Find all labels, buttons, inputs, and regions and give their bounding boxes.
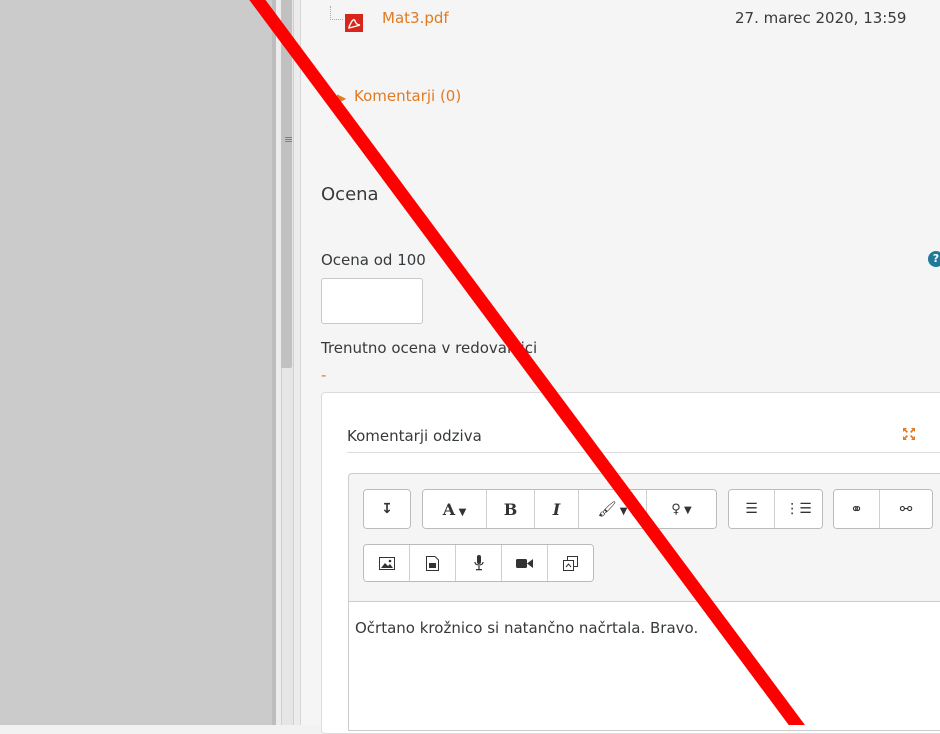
manage-files-icon: [563, 555, 578, 571]
bold-button[interactable]: B: [487, 490, 535, 528]
font-style-button[interactable]: A ▼: [423, 490, 487, 528]
current-grade-label: Trenutno ocena v redovalnici: [321, 339, 538, 357]
toggle-toolbar-button[interactable]: ↧: [364, 490, 410, 528]
image-button[interactable]: [364, 545, 410, 581]
manage-files-button[interactable]: [548, 545, 593, 581]
image-icon: [378, 556, 395, 570]
unordered-list-icon: ☰: [745, 501, 758, 517]
italic-icon: I: [552, 499, 561, 519]
text-color-button[interactable]: 🖌 ▼: [579, 490, 647, 528]
bold-icon: B: [503, 499, 518, 519]
file-tree-connector: [330, 6, 343, 20]
comments-toggle-link[interactable]: Komentarji (0): [354, 87, 461, 105]
record-video-icon: [516, 558, 533, 568]
toolbar-group-format: A ▼ B I 🖌 ▼ ♀ ▼: [422, 489, 717, 529]
current-grade-value: -: [321, 366, 327, 384]
feedback-editor-text[interactable]: Očrtano krožnico si natančno načrtala. B…: [355, 619, 698, 637]
italic-button[interactable]: I: [535, 490, 579, 528]
ordered-list-button[interactable]: ⋮☰: [775, 490, 822, 528]
toolbar-group-links: ⚭ ⚯: [833, 489, 933, 529]
help-icon[interactable]: ?: [928, 251, 940, 267]
pdf-file-icon: [345, 14, 363, 32]
feedback-divider: [347, 452, 940, 453]
resize-grip-icon[interactable]: ≡: [284, 134, 293, 145]
grade-field-label: Ocena od 100: [321, 251, 426, 269]
record-audio-button[interactable]: [456, 545, 502, 581]
toolbar-group-lists: ☰ ⋮☰: [728, 489, 823, 529]
link-icon: ⚭: [850, 500, 863, 518]
unordered-list-button[interactable]: ☰: [729, 490, 775, 528]
toolbar-group-media: [363, 544, 594, 582]
record-audio-icon: [473, 555, 484, 571]
unlink-icon: ⚯: [899, 500, 913, 518]
left-blank-region: [0, 0, 272, 725]
feedback-comments-title: Komentarji odziva: [347, 427, 482, 445]
text-color-icon: 🖌 ▼: [597, 500, 628, 518]
record-video-button[interactable]: [502, 545, 548, 581]
grade-input[interactable]: [321, 278, 423, 324]
font-style-icon: A ▼: [442, 499, 467, 519]
toggle-toolbar-icon: ↧: [381, 501, 393, 517]
toolbar-group-toggle: ↧: [363, 489, 411, 529]
ordered-list-icon: ⋮☰: [785, 501, 812, 517]
chevron-right-icon[interactable]: ▶: [337, 91, 346, 105]
grade-section-heading: Ocena: [321, 184, 379, 205]
unlink-button[interactable]: ⚯: [880, 490, 932, 528]
link-button[interactable]: ⚭: [834, 490, 880, 528]
accessibility-button[interactable]: ♀ ▼: [647, 490, 716, 528]
scrollbar-thumb[interactable]: [281, 0, 292, 368]
expand-fullscreen-icon[interactable]: [902, 427, 916, 441]
file-timestamp: 27. marec 2020, 13:59: [735, 9, 907, 27]
submitted-file-link[interactable]: Mat3.pdf: [382, 9, 449, 27]
accessibility-icon: ♀ ▼: [671, 501, 692, 517]
media-icon: [426, 555, 439, 571]
media-button[interactable]: [410, 545, 456, 581]
